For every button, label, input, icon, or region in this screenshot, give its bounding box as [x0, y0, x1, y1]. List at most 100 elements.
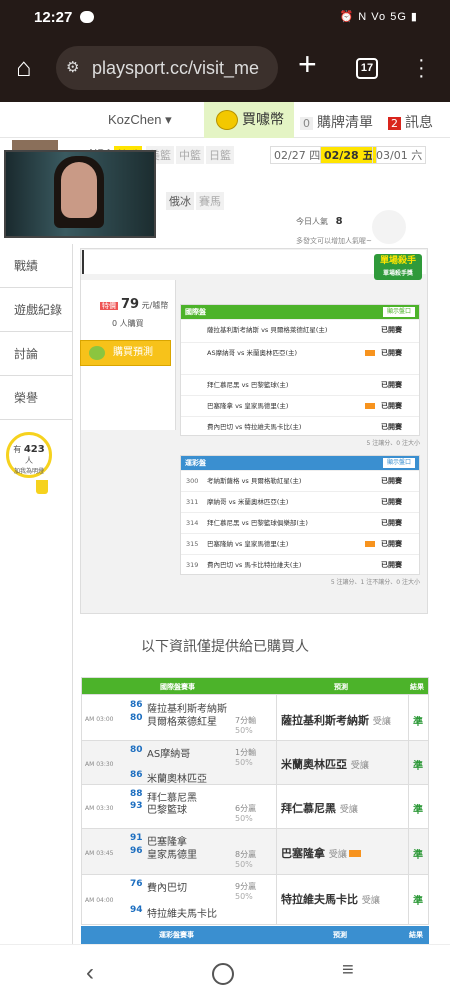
spread: 7分輸 [235, 716, 257, 725]
game-number: 315 [186, 540, 199, 548]
pick-type: 受讓 [328, 850, 347, 860]
show-odds-button[interactable]: 顯示盤口 [382, 458, 415, 468]
home-icon[interactable]: ⌂ [16, 52, 32, 83]
match-teams: 摩納哥 vs 米蘭奧林匹亞(主) [207, 498, 289, 506]
killer-badge: 單場殺手 單場殺手獎 [374, 254, 422, 280]
table-row: 314 拜仁慕尼黑 vs 巴黎籃球俱樂部(主) 已開賽 [181, 512, 419, 533]
table-row: 費內巴切 vs 特拉維夫馬卡比(主) 已開賽 [181, 416, 419, 437]
spread: 9分贏 [235, 882, 257, 891]
sport-tab[interactable]: 日籃 [206, 146, 234, 164]
column-divider [408, 695, 409, 741]
user-menu[interactable]: KozChen ▾ [108, 112, 172, 128]
popularity-hint: 多發文可以增加人氣喔~ [296, 237, 372, 245]
site-settings-icon[interactable]: ⚙ [66, 46, 79, 90]
sport-tab[interactable]: 賽馬 [196, 192, 224, 210]
pick-team: 米蘭奧林匹亞 [281, 758, 347, 771]
status-time: 12:27 [34, 9, 73, 26]
back-icon[interactable]: ‹ [86, 959, 94, 987]
show-odds-button[interactable]: 顯示盤口 [382, 307, 415, 317]
pick-type: 受讓 [361, 896, 380, 906]
nav-discussion[interactable]: 討論 [0, 332, 72, 376]
fans-prefix: 有 [13, 445, 22, 454]
date-tab[interactable]: 02/27 四 [270, 146, 325, 164]
results-table: 國際盤賽事 預測 結果 AM 03:00 86 薩拉基利斯考納斯 80 貝爾格萊… [81, 677, 429, 925]
match-status: 已開賽 [381, 498, 402, 506]
buy-prediction-button[interactable]: 購買預測 [80, 340, 171, 366]
team-name: AS摩納哥 [147, 749, 191, 760]
table-row: AS摩納哥 vs 米蘭奧林匹亞(主) 已開賽 [181, 342, 419, 374]
score-line: 80 [130, 713, 143, 723]
buy-prediction-label: 購買預測 [113, 347, 153, 358]
buy-coins-label: 買噱幣 [242, 112, 284, 128]
fans-lightbulb[interactable]: 有 423 人 加我為明燈 [6, 432, 52, 478]
date-tab-selected[interactable]: 02/28 五 [320, 146, 378, 164]
table-footer: 5 注讓分、1 注不讓分、0 注大小 [330, 579, 420, 586]
fans-suffix: 人 [25, 456, 33, 465]
header-result: 結果 [409, 931, 423, 939]
team-name: 費內巴切 [147, 883, 187, 894]
lightbulb-base-icon [36, 480, 48, 494]
nav-record[interactable]: 戰績 [0, 244, 72, 288]
match-teams: 拜仁慕尼黑 vs 巴黎籃球俱樂部(主) [207, 519, 308, 527]
match-teams: 考納斯薩格 vs 貝爾格勒紅星(主) [207, 477, 302, 485]
floating-video-player[interactable] [4, 150, 156, 238]
cart-count-badge: 0 [300, 117, 313, 130]
nav-game-history[interactable]: 遊戲紀錄 [0, 288, 72, 332]
percent: 50% [235, 892, 253, 901]
cart-label: 購牌清單 [317, 115, 373, 131]
home-circle-icon[interactable] [212, 963, 234, 985]
fans-sub: 加我為明燈 [13, 468, 44, 475]
header-prediction: 預測 [334, 683, 348, 691]
match-time: AM 04:00 [85, 897, 114, 904]
column-divider [408, 785, 409, 829]
chat-notification-icon [80, 11, 94, 23]
nav-divider [72, 244, 73, 944]
match-time: AM 03:30 [85, 761, 114, 768]
match-status: 已開賽 [381, 561, 402, 569]
column-divider [408, 829, 409, 875]
match-status: 已開賽 [381, 519, 402, 527]
table-row: AM 03:45 91 巴塞隆拿 96 皇家馬德里 8分贏 50% 巴塞隆拿 受… [82, 828, 428, 875]
match-status: 已開賽 [381, 402, 402, 410]
result-mark: 準 [413, 896, 423, 907]
nav-honors[interactable]: 榮譽 [0, 376, 72, 420]
tab-switcher-button[interactable]: 17 [356, 58, 378, 79]
result-mark: 準 [413, 805, 423, 816]
price-amount: 79 [121, 297, 140, 312]
table-row: 319 費內巴切 vs 馬卡比特拉維夫(主) 已開賽 [181, 554, 419, 575]
new-tab-icon[interactable]: + [298, 46, 317, 83]
more-menu-icon[interactable]: · · · [418, 50, 425, 86]
url-bar[interactable]: ⚙ playsport.cc/visit_me [56, 46, 278, 90]
recents-icon[interactable]: ≡ [342, 959, 354, 982]
team-name: 皇家馬德里 [147, 850, 197, 861]
match-status: 已開賽 [381, 423, 402, 431]
match-teams: 巴塞隆納 vs 皇家馬德里(主) [207, 540, 289, 548]
table-row: 巴塞隆拿 vs 皇家馬德里(主) 已開賽 [181, 395, 419, 416]
cart-link[interactable]: 0 購牌清單 [300, 112, 373, 132]
match-time: AM 03:45 [85, 850, 114, 857]
header-result: 結果 [410, 683, 424, 691]
pick-tag [365, 350, 375, 356]
browser-toolbar: ⌂ ⚙ playsport.cc/visit_me + 17 · · · [0, 36, 450, 102]
pick-type: 受讓 [339, 805, 358, 815]
team-name: 貝爾格萊德紅星 [147, 717, 217, 728]
result-mark: 準 [413, 717, 423, 728]
score-line: 80 [130, 745, 143, 755]
team-name: 特拉維夫馬卡比 [147, 909, 217, 920]
table-row: 拜仁慕尼黑 vs 巴黎籃球(主) 已開賽 [181, 374, 419, 395]
sport-tab[interactable]: 中籃 [176, 146, 204, 164]
messages-label: 訊息 [405, 115, 433, 131]
spread: 8分贏 [235, 850, 257, 859]
site-header: KozChen ▾ 買噱幣 0 購牌清單 2 訊息 [0, 102, 450, 138]
score-line: 96 [130, 846, 143, 856]
price-display: 特價 79 元/噱幣 [100, 297, 168, 312]
buy-coins-button[interactable]: 買噱幣 [204, 102, 294, 138]
table-header: 國際盤 顯示盤口 [181, 305, 419, 319]
sport-tab[interactable]: 俄冰 [166, 192, 194, 210]
date-tab[interactable]: 03/01 六 [372, 146, 427, 164]
messages-link[interactable]: 2 訊息 [388, 112, 433, 132]
pick-team: 拜仁慕尼黑 [281, 802, 336, 815]
game-number: 319 [186, 561, 199, 569]
percent: 50% [235, 758, 253, 767]
team-name: 米蘭奧林匹亞 [147, 774, 207, 785]
